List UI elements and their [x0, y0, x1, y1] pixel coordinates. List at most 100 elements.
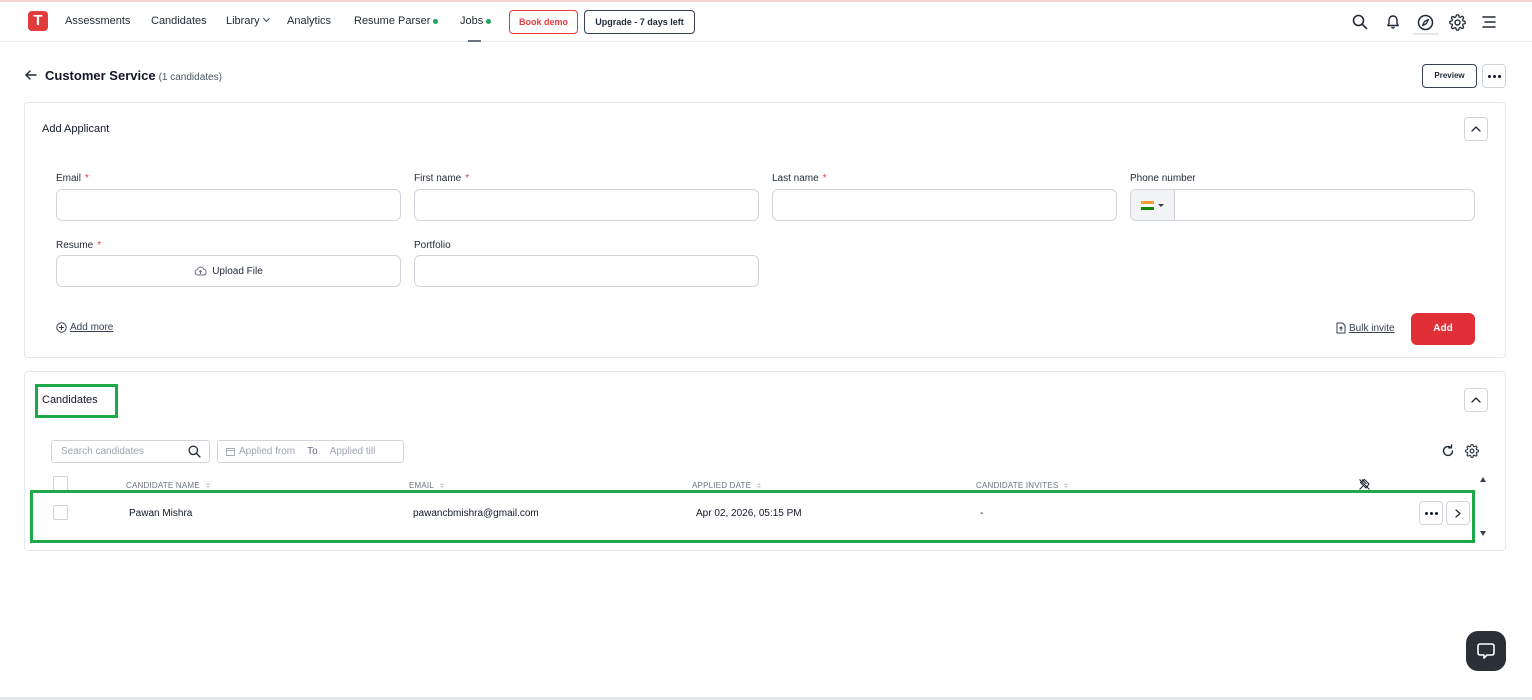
last-name-field[interactable]	[772, 189, 1117, 221]
sort-icon	[1064, 483, 1069, 488]
upgrade-button[interactable]: Upgrade - 7 days left	[584, 10, 695, 34]
file-upload-icon	[1336, 322, 1346, 334]
add-applicant-title: Add Applicant	[42, 123, 110, 135]
gear-icon[interactable]	[1447, 12, 1467, 32]
top-navbar: T Assessments Candidates Library Analyti…	[0, 2, 1532, 42]
column-settings-icon[interactable]	[1465, 444, 1479, 463]
chevron-down-icon	[262, 14, 270, 23]
chevron-up-icon	[1471, 397, 1481, 403]
bulk-invite-label: Bulk invite	[1349, 322, 1395, 334]
required-mark: *	[97, 240, 102, 251]
sort-icon	[757, 483, 762, 488]
upload-file-label: Upload File	[212, 265, 263, 277]
nav-jobs-label: Jobs	[460, 15, 484, 27]
first-name-field[interactable]	[414, 189, 759, 221]
back-arrow-icon[interactable]	[24, 68, 38, 82]
chat-bubble-icon	[1477, 643, 1495, 659]
search-icon	[188, 445, 201, 458]
scroll-up-arrow[interactable]	[1480, 477, 1486, 482]
candidates-card: Candidates Applied from To Applied till …	[24, 371, 1506, 551]
phone-field[interactable]	[1175, 190, 1474, 220]
book-demo-button[interactable]: Book demo	[509, 10, 578, 34]
country-code-select[interactable]	[1131, 190, 1175, 220]
candidate-count: (1 candidates)	[158, 72, 222, 83]
scroll-down-arrow[interactable]	[1480, 531, 1486, 536]
refresh-icon[interactable]	[1441, 444, 1455, 463]
nav-resume-parser[interactable]: Resume Parser	[354, 15, 439, 27]
nav-library[interactable]: Library	[226, 14, 270, 27]
plus-circle-icon	[56, 322, 67, 333]
portfolio-label: Portfolio	[414, 240, 451, 251]
column-header-label: EMAIL	[409, 481, 435, 490]
more-dots-icon	[1487, 74, 1501, 78]
compass-icon[interactable]	[1415, 12, 1435, 32]
required-mark: *	[822, 173, 827, 184]
menu-icon[interactable]	[1479, 12, 1499, 32]
first-name-label: First name *	[414, 173, 469, 184]
select-all-checkbox[interactable]	[53, 476, 68, 491]
cloud-upload-icon	[194, 266, 207, 276]
caret-down-icon	[1158, 203, 1164, 207]
candidate-applied-date: Apr 02, 2026, 05:15 PM	[696, 508, 802, 519]
bulk-invite-link[interactable]: Bulk invite	[1336, 322, 1395, 334]
candidate-email: pawancbmishra@gmail.com	[413, 508, 539, 519]
applied-from-input[interactable]: Applied from	[239, 446, 295, 457]
chevron-up-icon	[1471, 126, 1481, 132]
add-button[interactable]: Add	[1411, 313, 1475, 345]
applied-date-range[interactable]: Applied from To Applied till	[217, 440, 404, 463]
row-open-button[interactable]	[1446, 501, 1470, 525]
nav-jobs[interactable]: Jobs	[460, 15, 492, 42]
email-field[interactable]	[56, 189, 401, 221]
india-flag-icon	[1141, 200, 1154, 210]
column-header-label: APPLIED DATE	[692, 481, 752, 490]
column-header-name[interactable]: CANDIDATE NAME	[126, 481, 210, 490]
column-header-label: CANDIDATE NAME	[126, 481, 200, 490]
more-options-button[interactable]	[1482, 64, 1506, 88]
bell-icon[interactable]	[1383, 12, 1403, 32]
search-candidates-input[interactable]	[53, 442, 178, 461]
resume-label: Resume *	[56, 240, 101, 251]
add-more-link[interactable]: Add more	[56, 322, 113, 333]
email-label: Email *	[56, 173, 89, 184]
app-logo[interactable]: T	[28, 11, 48, 31]
chevron-right-icon	[1455, 508, 1461, 518]
last-name-label-text: Last name	[772, 173, 819, 184]
column-header-applied-date[interactable]: APPLIED DATE	[692, 481, 762, 490]
row-checkbox[interactable]	[53, 505, 68, 520]
nav-candidates[interactable]: Candidates	[151, 15, 207, 27]
search-icon[interactable]	[1350, 12, 1370, 32]
sort-icon	[205, 483, 210, 488]
status-dot	[486, 18, 492, 24]
applied-till-input[interactable]: Applied till	[330, 446, 376, 457]
column-header-invites[interactable]: CANDIDATE INVITES	[976, 481, 1069, 490]
search-candidates	[51, 440, 210, 463]
calendar-icon	[226, 448, 235, 456]
nav-assessments[interactable]: Assessments	[65, 15, 130, 27]
collapse-candidates-button[interactable]	[1464, 388, 1488, 412]
preview-button[interactable]: Preview	[1422, 64, 1477, 88]
more-dots-icon	[1424, 511, 1438, 515]
candidate-invites: -	[980, 508, 984, 519]
column-header-label: CANDIDATE INVITES	[976, 481, 1059, 490]
add-more-label: Add more	[70, 322, 114, 333]
first-name-label-text: First name	[414, 173, 462, 184]
phone-field-wrapper	[1130, 189, 1475, 221]
date-to-label: To	[307, 446, 318, 457]
page-title-text: Customer Service	[45, 68, 156, 83]
collapse-add-applicant-button[interactable]	[1464, 117, 1488, 141]
add-applicant-card: Add Applicant Email * First name * Last na…	[24, 102, 1506, 358]
resume-upload-button[interactable]: Upload File	[56, 255, 401, 287]
row-more-button[interactable]	[1419, 501, 1443, 525]
page-title: Customer Service (1 candidates)	[45, 68, 222, 83]
required-mark: *	[465, 173, 470, 184]
nav-resume-parser-label: Resume Parser	[354, 15, 431, 27]
resume-label-text: Resume	[56, 240, 94, 251]
candidate-name[interactable]: Pawan Mishra	[129, 508, 192, 519]
phone-label: Phone number	[1130, 173, 1196, 184]
chat-support-button[interactable]	[1466, 631, 1506, 671]
status-dot	[433, 18, 439, 24]
nav-analytics[interactable]: Analytics	[287, 15, 331, 27]
portfolio-field[interactable]	[414, 255, 759, 287]
email-label-text: Email	[56, 173, 82, 184]
column-header-email[interactable]: EMAIL	[409, 481, 445, 490]
